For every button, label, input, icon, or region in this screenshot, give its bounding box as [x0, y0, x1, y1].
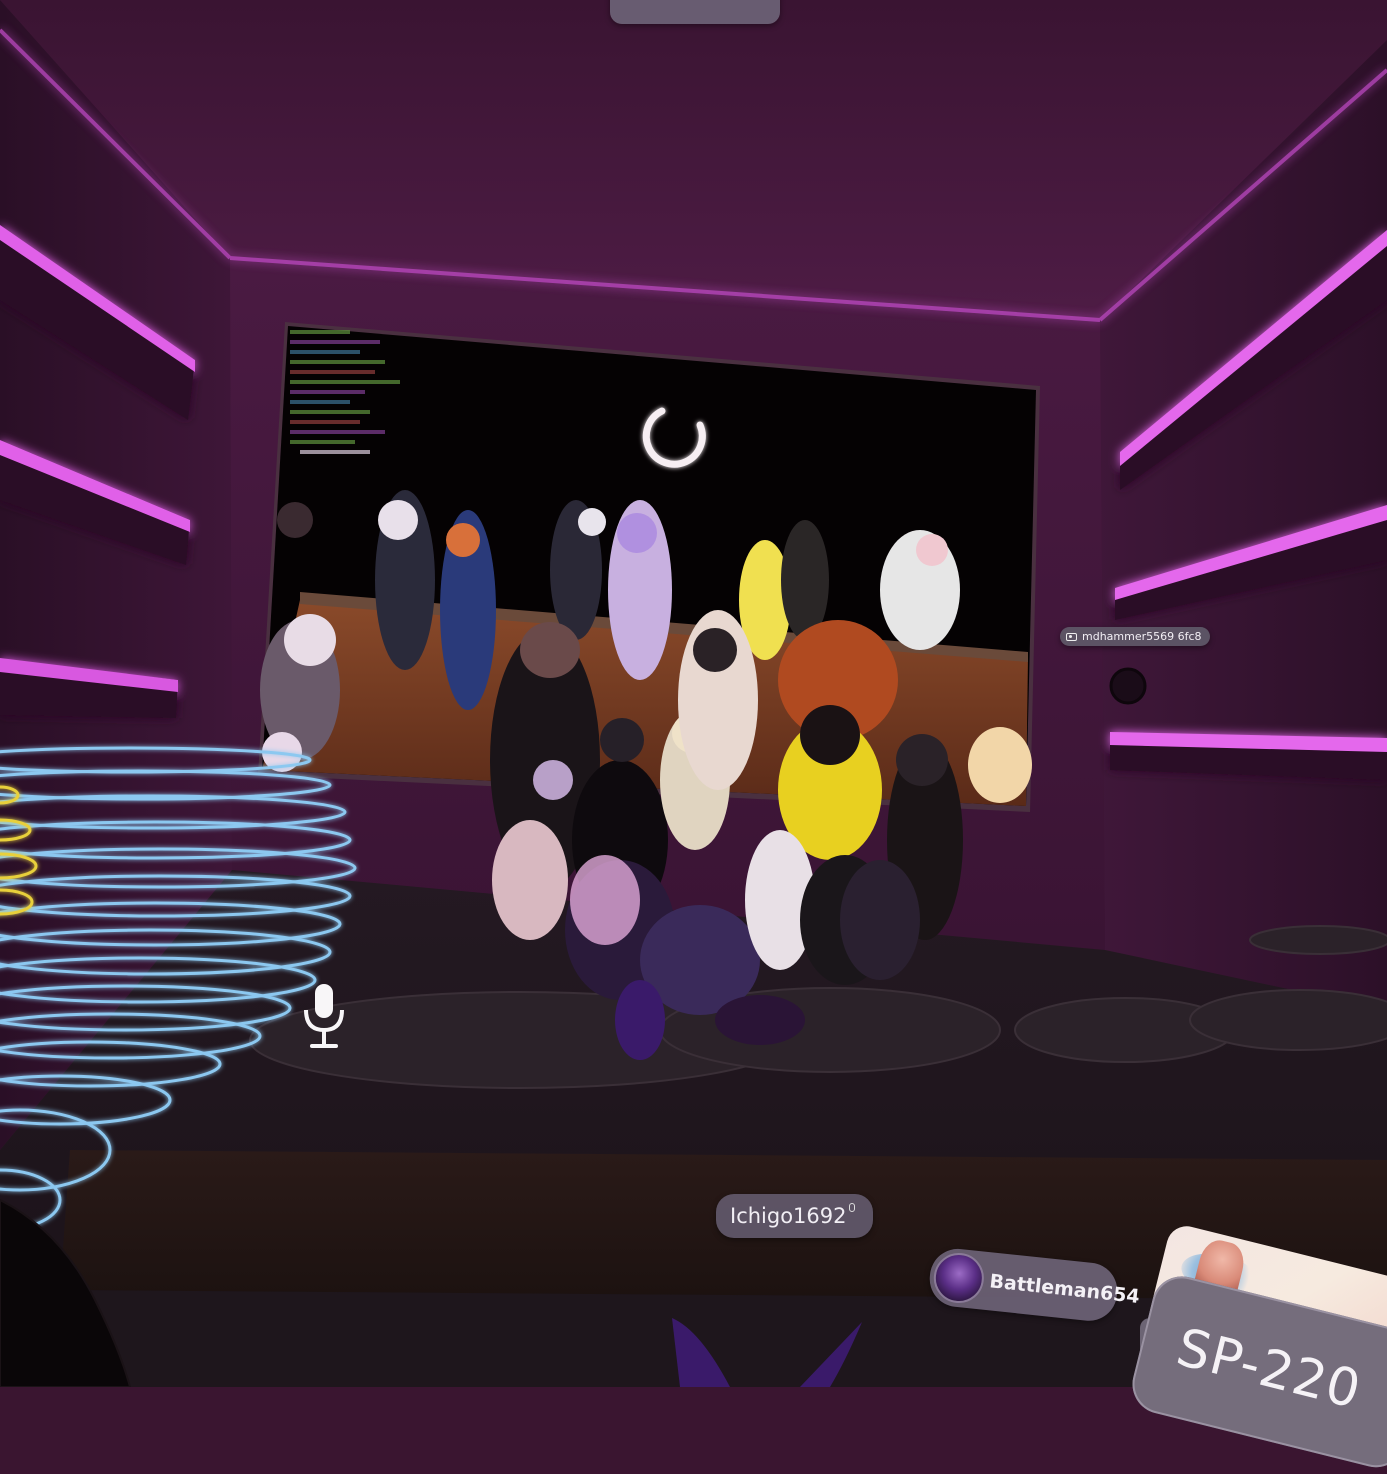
nameplate-camera-user-label: mdhammer5569 6fc8 — [1082, 630, 1202, 643]
vr-room-scene — [0, 0, 1387, 1387]
nameplate-camera-user[interactable]: mdhammer5569 6fc8 — [1060, 627, 1210, 646]
nameplate-top-partial[interactable] — [610, 0, 780, 24]
mic-small-icon — [848, 1203, 855, 1212]
nameplate-ichigo-label: Ichigo1692 — [730, 1204, 847, 1228]
sp-panel-label: SP-220 — [1170, 1317, 1367, 1422]
camera-icon — [1066, 632, 1077, 641]
wall-speaker — [1109, 667, 1147, 705]
microphone-icon[interactable] — [298, 982, 350, 1058]
avatar — [931, 1250, 987, 1306]
nameplate-ichigo[interactable]: Ichigo1692 — [716, 1194, 873, 1238]
